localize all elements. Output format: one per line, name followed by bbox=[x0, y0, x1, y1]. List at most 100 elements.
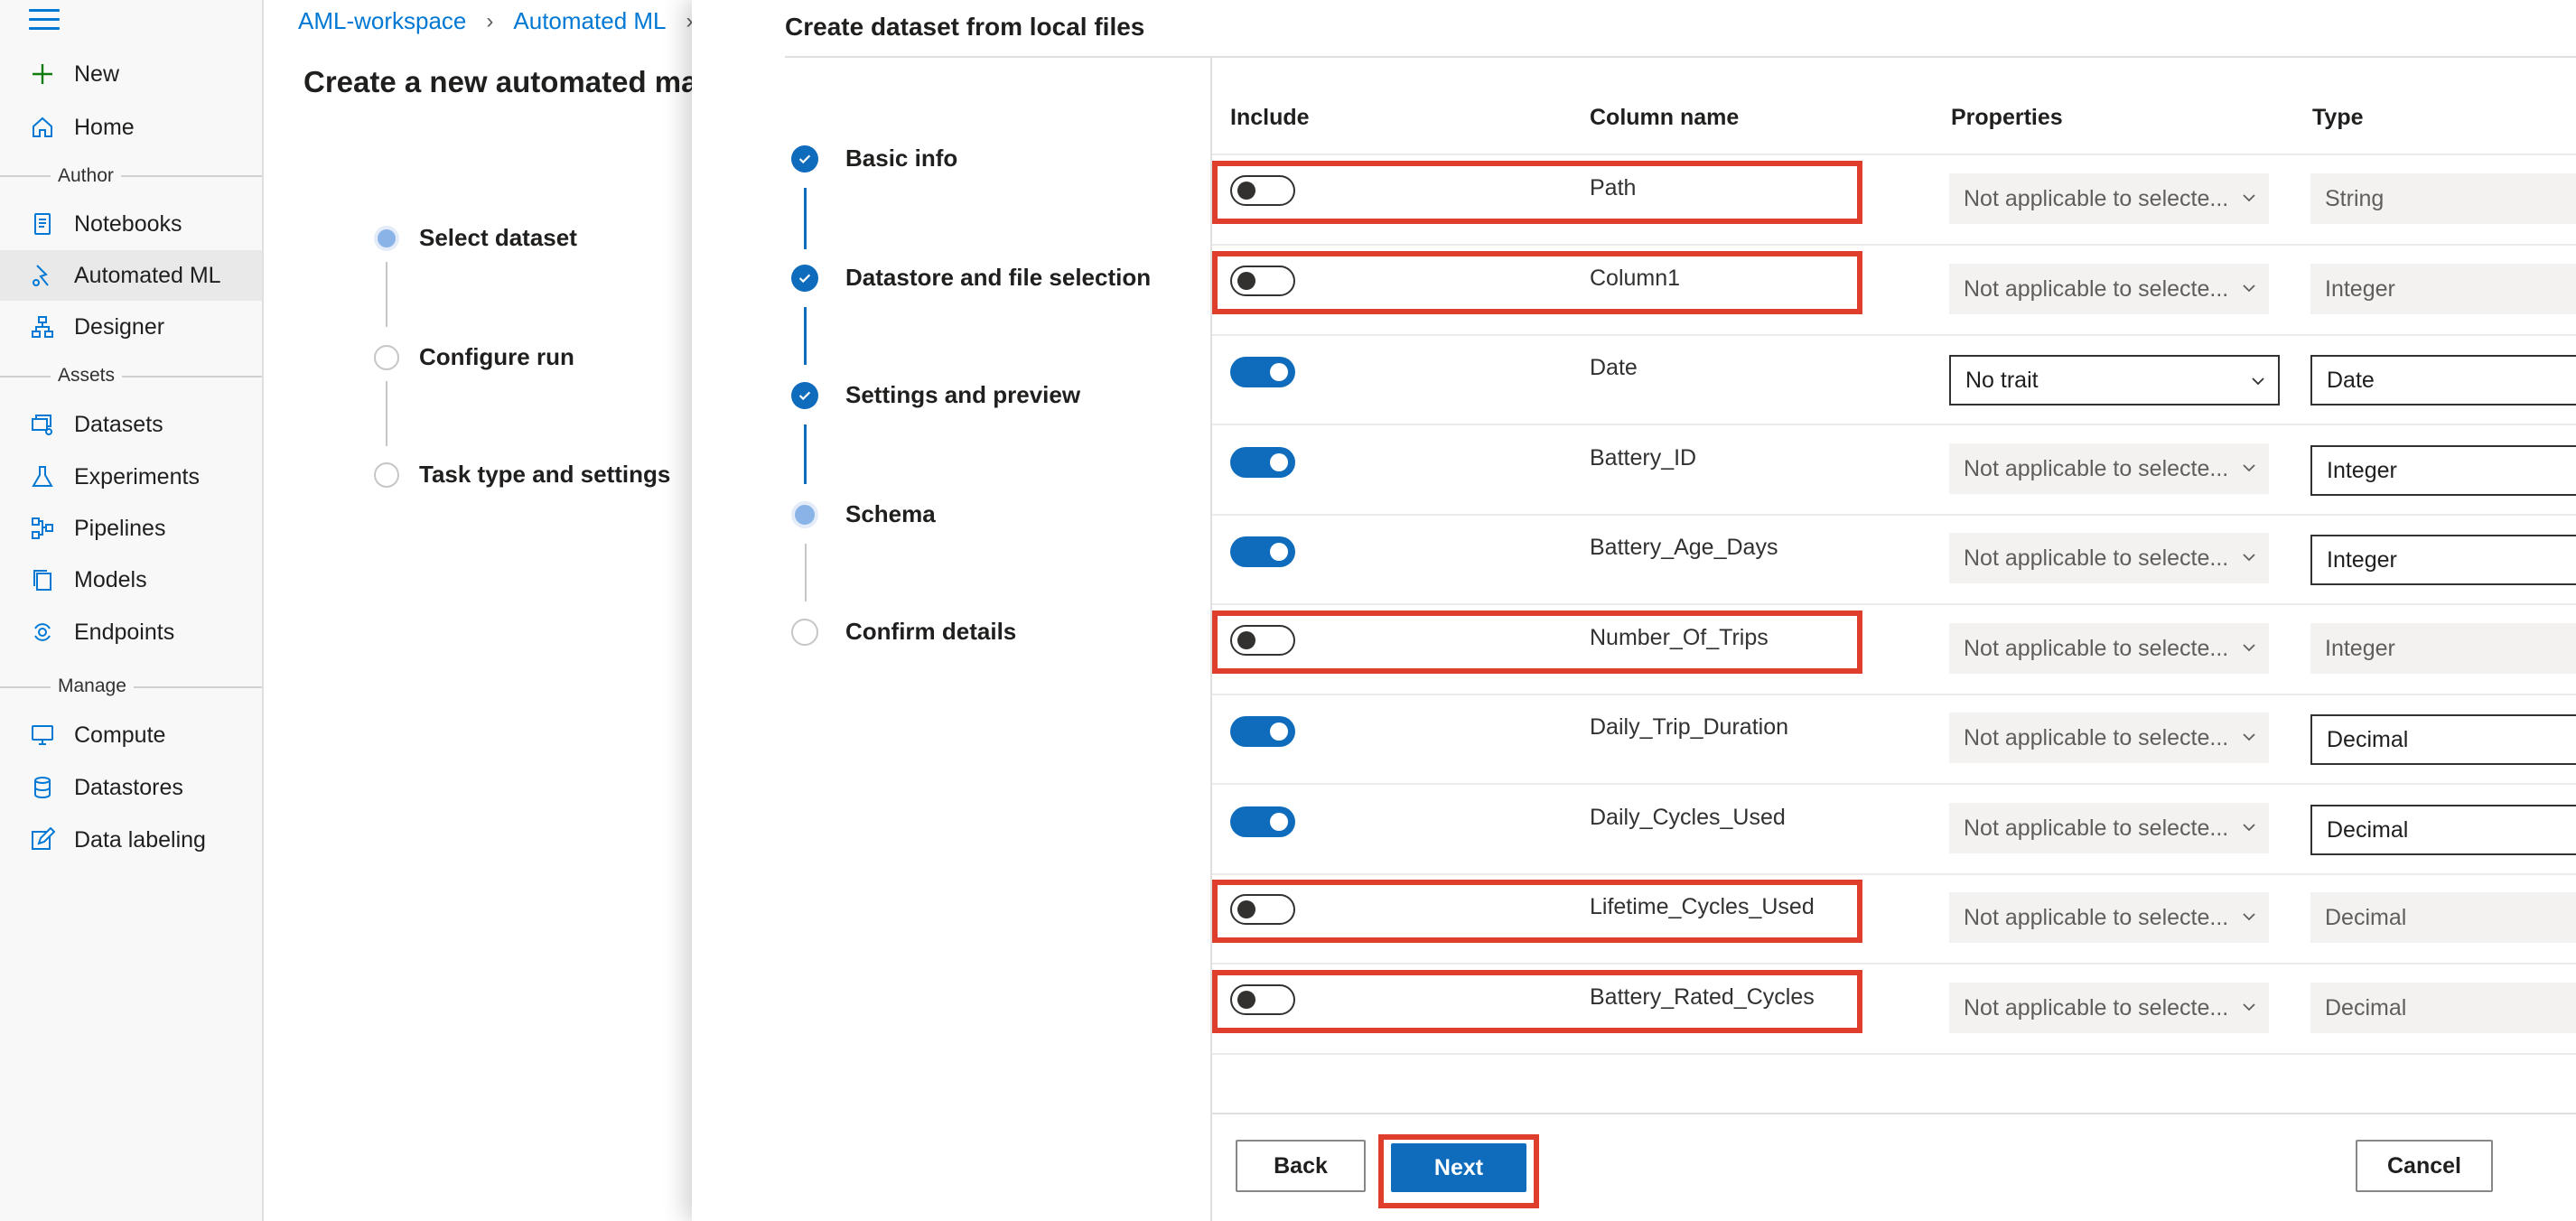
step-connector bbox=[386, 381, 387, 446]
step-label: Datastore and file selection bbox=[845, 264, 1152, 291]
type-dropdown[interactable]: Decimal bbox=[2310, 714, 2576, 765]
flask-icon bbox=[29, 463, 56, 490]
header-type: Type bbox=[2312, 105, 2364, 130]
properties-value: Not applicable to selecte... bbox=[1964, 815, 2229, 841]
type-dropdown[interactable]: Date bbox=[2310, 355, 2576, 405]
chevron-down-icon bbox=[2252, 377, 2264, 386]
chevron-down-icon bbox=[2243, 824, 2255, 832]
row-highlight-box bbox=[1212, 970, 1862, 1033]
nav-item-designer[interactable]: Designer bbox=[0, 302, 262, 352]
pipeline-icon bbox=[29, 515, 56, 542]
type-dropdown[interactable]: Decimal bbox=[2310, 892, 2576, 943]
models-icon bbox=[29, 566, 56, 593]
wizard-step-schema[interactable]: Schema bbox=[791, 500, 936, 528]
cancel-button[interactable]: Cancel bbox=[2356, 1140, 2493, 1192]
home-icon bbox=[29, 114, 56, 141]
wizard-step-confirm[interactable]: Confirm details bbox=[791, 618, 1016, 646]
back-button[interactable]: Back bbox=[1236, 1140, 1366, 1192]
properties-dropdown[interactable]: Not applicable to selecte... bbox=[1949, 533, 2269, 583]
include-toggle[interactable] bbox=[1230, 536, 1295, 567]
chevron-down-icon bbox=[2243, 913, 2255, 921]
type-dropdown[interactable]: Integer bbox=[2310, 535, 2576, 585]
toggle-knob bbox=[1270, 543, 1288, 561]
properties-dropdown[interactable]: Not applicable to selecte... bbox=[1949, 173, 2269, 224]
nav-item-label: New bbox=[74, 61, 120, 87]
type-dropdown[interactable]: Integer bbox=[2310, 445, 2576, 496]
chevron-down-icon bbox=[2243, 194, 2255, 202]
step-label: Schema bbox=[845, 500, 936, 527]
breadcrumb-workspace-link[interactable]: AML-workspace bbox=[298, 7, 466, 35]
nav-item-compute[interactable]: Compute bbox=[0, 710, 262, 760]
nav-item-label: Experiments bbox=[74, 463, 200, 489]
nav-item-pipelines[interactable]: Pipelines bbox=[0, 503, 262, 554]
column-name: Daily_Cycles_Used bbox=[1590, 805, 1786, 830]
nav-item-home[interactable]: Home bbox=[0, 102, 262, 153]
nav-item-datasets[interactable]: Datasets bbox=[0, 399, 262, 450]
panel-title: Create dataset from local files bbox=[785, 13, 1145, 41]
nav-item-automated-ml[interactable]: Automated ML bbox=[0, 250, 262, 301]
row-highlight-box bbox=[1212, 610, 1862, 674]
breadcrumb-page-link[interactable]: Automated ML bbox=[513, 7, 666, 35]
nav-item-label: Pipelines bbox=[74, 515, 166, 541]
step-label: Select dataset bbox=[419, 224, 577, 251]
properties-dropdown[interactable]: Not applicable to selecte... bbox=[1949, 443, 2269, 494]
type-dropdown[interactable]: Decimal bbox=[2310, 983, 2576, 1033]
type-dropdown[interactable]: Decimal bbox=[2310, 805, 2576, 855]
nav-item-data-labeling[interactable]: Data labeling bbox=[0, 815, 262, 865]
nav-item-new[interactable]: New bbox=[0, 49, 262, 99]
properties-dropdown[interactable]: Not applicable to selecte... bbox=[1949, 803, 2269, 853]
include-toggle[interactable] bbox=[1230, 357, 1295, 387]
nav-item-datastores[interactable]: Datastores bbox=[0, 762, 262, 813]
table-row: Date No trait Date bbox=[1212, 335, 2576, 425]
footer-divider bbox=[1212, 1113, 2576, 1114]
step-label: Configure run bbox=[419, 343, 574, 370]
nav-item-endpoints[interactable]: Endpoints bbox=[0, 607, 262, 657]
chevron-down-icon bbox=[2243, 644, 2255, 652]
type-dropdown[interactable]: Integer bbox=[2310, 264, 2576, 314]
chevron-down-icon bbox=[2243, 464, 2255, 472]
properties-value: Not applicable to selecte... bbox=[1964, 724, 2229, 750]
header-include: Include bbox=[1230, 105, 1310, 130]
next-button-highlight bbox=[1378, 1134, 1539, 1208]
properties-dropdown[interactable]: Not applicable to selecte... bbox=[1949, 623, 2269, 674]
row-highlight-box bbox=[1212, 161, 1862, 224]
include-toggle[interactable] bbox=[1230, 716, 1295, 747]
panel-divider bbox=[785, 56, 2576, 58]
edit-icon bbox=[29, 826, 56, 853]
hamburger-menu-icon[interactable] bbox=[29, 9, 60, 34]
step-label: Confirm details bbox=[845, 618, 1017, 645]
nav-item-experiments[interactable]: Experiments bbox=[0, 452, 262, 502]
type-dropdown[interactable]: String bbox=[2310, 173, 2576, 224]
nav-item-models[interactable]: Models bbox=[0, 555, 262, 605]
compute-icon bbox=[29, 722, 56, 749]
step-pending-indicator bbox=[374, 344, 399, 370]
chevron-down-icon bbox=[2243, 733, 2255, 741]
type-dropdown[interactable]: Integer bbox=[2310, 623, 2576, 674]
toggle-knob bbox=[1270, 363, 1288, 381]
properties-dropdown[interactable]: Not applicable to selecte... bbox=[1949, 983, 2269, 1033]
plus-icon bbox=[29, 61, 56, 88]
properties-value: Not applicable to selecte... bbox=[1964, 545, 2229, 571]
table-row: Daily_Trip_Duration Not applicable to sel… bbox=[1212, 694, 2576, 785]
chevron-down-icon bbox=[2243, 284, 2255, 293]
properties-dropdown[interactable]: Not applicable to selecte... bbox=[1949, 264, 2269, 314]
step-connector bbox=[804, 307, 807, 365]
left-navigation: New Home Author Notebooks Automated ML D… bbox=[0, 0, 264, 1221]
properties-value: Not applicable to selecte... bbox=[1964, 904, 2229, 930]
step-label: Task type and settings bbox=[419, 461, 671, 488]
wizard-step-datastore[interactable]: Datastore and file selection bbox=[791, 264, 1151, 292]
nav-item-notebooks[interactable]: Notebooks bbox=[0, 199, 262, 249]
breadcrumb: AML-workspace › Automated ML › bbox=[298, 7, 714, 35]
header-column-name: Column name bbox=[1590, 105, 1740, 130]
include-toggle[interactable] bbox=[1230, 806, 1295, 837]
wizard-step-settings[interactable]: Settings and preview bbox=[791, 381, 1080, 409]
wizard-step-basic-info[interactable]: Basic info bbox=[791, 144, 957, 172]
properties-dropdown[interactable]: Not applicable to selecte... bbox=[1949, 892, 2269, 943]
chevron-down-icon bbox=[2243, 1003, 2255, 1011]
properties-dropdown[interactable]: No trait bbox=[1949, 355, 2280, 405]
include-toggle[interactable] bbox=[1230, 447, 1295, 478]
nav-divider bbox=[0, 175, 262, 177]
designer-icon bbox=[29, 313, 56, 340]
nav-section-manage: Manage bbox=[51, 676, 134, 697]
properties-dropdown[interactable]: Not applicable to selecte... bbox=[1949, 713, 2269, 763]
